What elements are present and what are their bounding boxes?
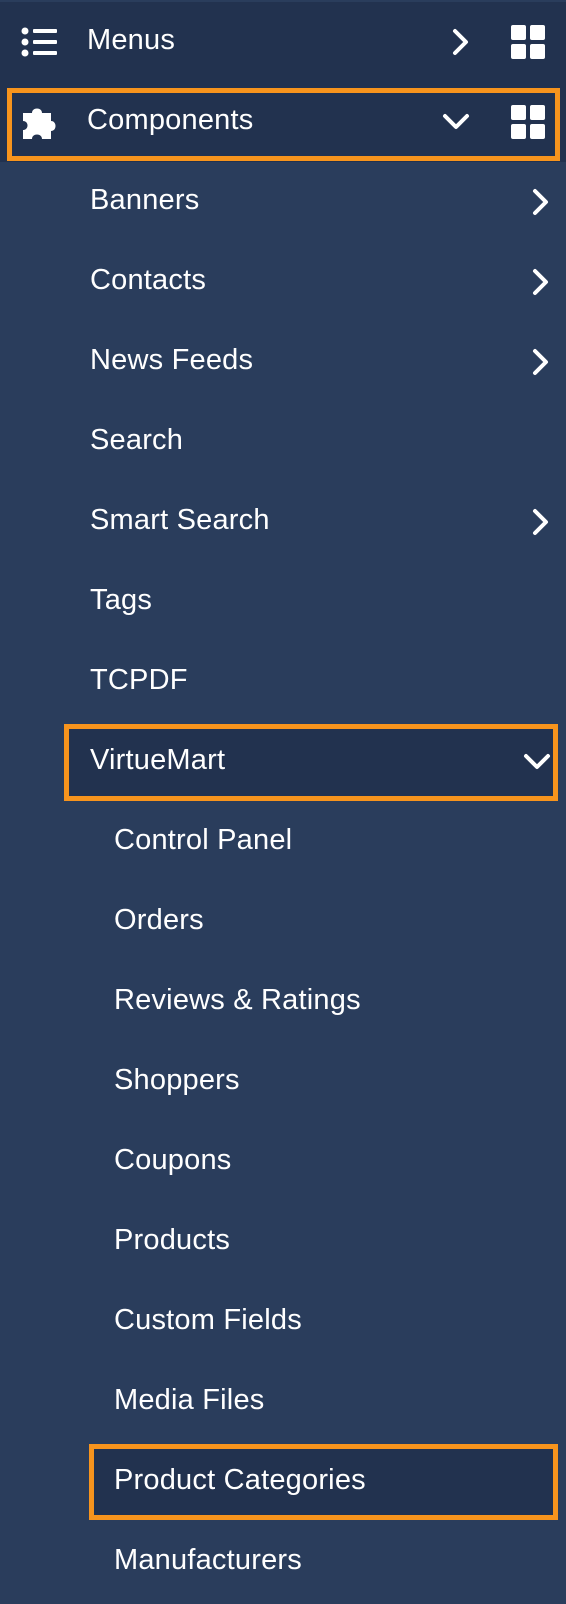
menu-item-label: Components bbox=[87, 104, 254, 136]
virtuemart-item-orders[interactable]: Orders bbox=[0, 882, 566, 962]
submenu-item-label: TCPDF bbox=[90, 664, 188, 696]
virtuemart-item-label: Products bbox=[114, 1224, 231, 1256]
chevron-right-icon bbox=[526, 187, 556, 217]
chevron-right-icon bbox=[526, 347, 556, 377]
virtuemart-item-shoppers[interactable]: Shoppers bbox=[0, 1042, 566, 1122]
chevron-right-icon bbox=[526, 507, 556, 537]
menu-item-label: Menus bbox=[87, 24, 176, 56]
chevron-right-icon[interactable] bbox=[446, 27, 476, 57]
virtuemart-item-label: Manufacturers bbox=[114, 1544, 302, 1576]
virtuemart-item-media-files[interactable]: Media Files bbox=[0, 1362, 566, 1442]
submenu-item-label: Search bbox=[90, 424, 184, 456]
virtuemart-item-label: Media Files bbox=[114, 1384, 265, 1416]
virtuemart-item-custom-fields[interactable]: Custom Fields bbox=[0, 1282, 566, 1362]
dashboard-grid-icon[interactable] bbox=[511, 25, 545, 59]
submenu-item-news-feeds[interactable]: News Feeds bbox=[0, 322, 566, 402]
virtuemart-item-products[interactable]: Products bbox=[0, 1202, 566, 1282]
submenu-item-tcpdf[interactable]: TCPDF bbox=[0, 642, 566, 722]
virtuemart-item-product-categories[interactable]: Product Categories bbox=[0, 1442, 566, 1522]
menu-item-menus[interactable]: Menus bbox=[0, 2, 566, 82]
submenu-item-smart-search[interactable]: Smart Search bbox=[0, 482, 566, 562]
virtuemart-item-label: Product Categories bbox=[114, 1464, 366, 1496]
dashboard-grid-icon[interactable] bbox=[511, 105, 545, 139]
submenu-item-label: Tags bbox=[90, 584, 153, 616]
submenu-item-label: Smart Search bbox=[90, 504, 270, 536]
chevron-down-icon[interactable] bbox=[522, 747, 552, 777]
submenu-item-search[interactable]: Search bbox=[0, 402, 566, 482]
virtuemart-item-label: Orders bbox=[114, 904, 204, 936]
virtuemart-item-label: Coupons bbox=[114, 1144, 232, 1176]
virtuemart-item-label: Custom Fields bbox=[114, 1304, 302, 1336]
submenu-item-label: News Feeds bbox=[90, 344, 254, 376]
submenu-item-virtuemart[interactable]: VirtueMart bbox=[0, 722, 566, 802]
virtuemart-item-label: Shoppers bbox=[114, 1064, 240, 1096]
menu-item-components[interactable]: Components bbox=[0, 82, 566, 162]
virtuemart-item-coupons[interactable]: Coupons bbox=[0, 1122, 566, 1202]
chevron-down-icon[interactable] bbox=[441, 107, 471, 137]
virtuemart-item-control-panel[interactable]: Control Panel bbox=[0, 802, 566, 882]
submenu-item-label: Contacts bbox=[90, 264, 207, 296]
puzzle-icon bbox=[20, 102, 60, 142]
virtuemart-item-reviews-ratings[interactable]: Reviews & Ratings bbox=[0, 962, 566, 1042]
virtuemart-item-label: Control Panel bbox=[114, 824, 293, 856]
chevron-right-icon bbox=[526, 267, 556, 297]
submenu-item-contacts[interactable]: Contacts bbox=[0, 242, 566, 322]
virtuemart-item-label: Reviews & Ratings bbox=[114, 984, 361, 1016]
submenu-item-label: Banners bbox=[90, 184, 200, 216]
submenu-item-label: VirtueMart bbox=[90, 744, 226, 776]
admin-sidebar-menu: Menus Components Banners Contacts News F… bbox=[0, 0, 566, 1604]
virtuemart-item-manufacturers[interactable]: Manufacturers bbox=[0, 1522, 566, 1602]
submenu-item-banners[interactable]: Banners bbox=[0, 162, 566, 242]
submenu-item-tags[interactable]: Tags bbox=[0, 562, 566, 642]
list-icon bbox=[20, 22, 60, 62]
